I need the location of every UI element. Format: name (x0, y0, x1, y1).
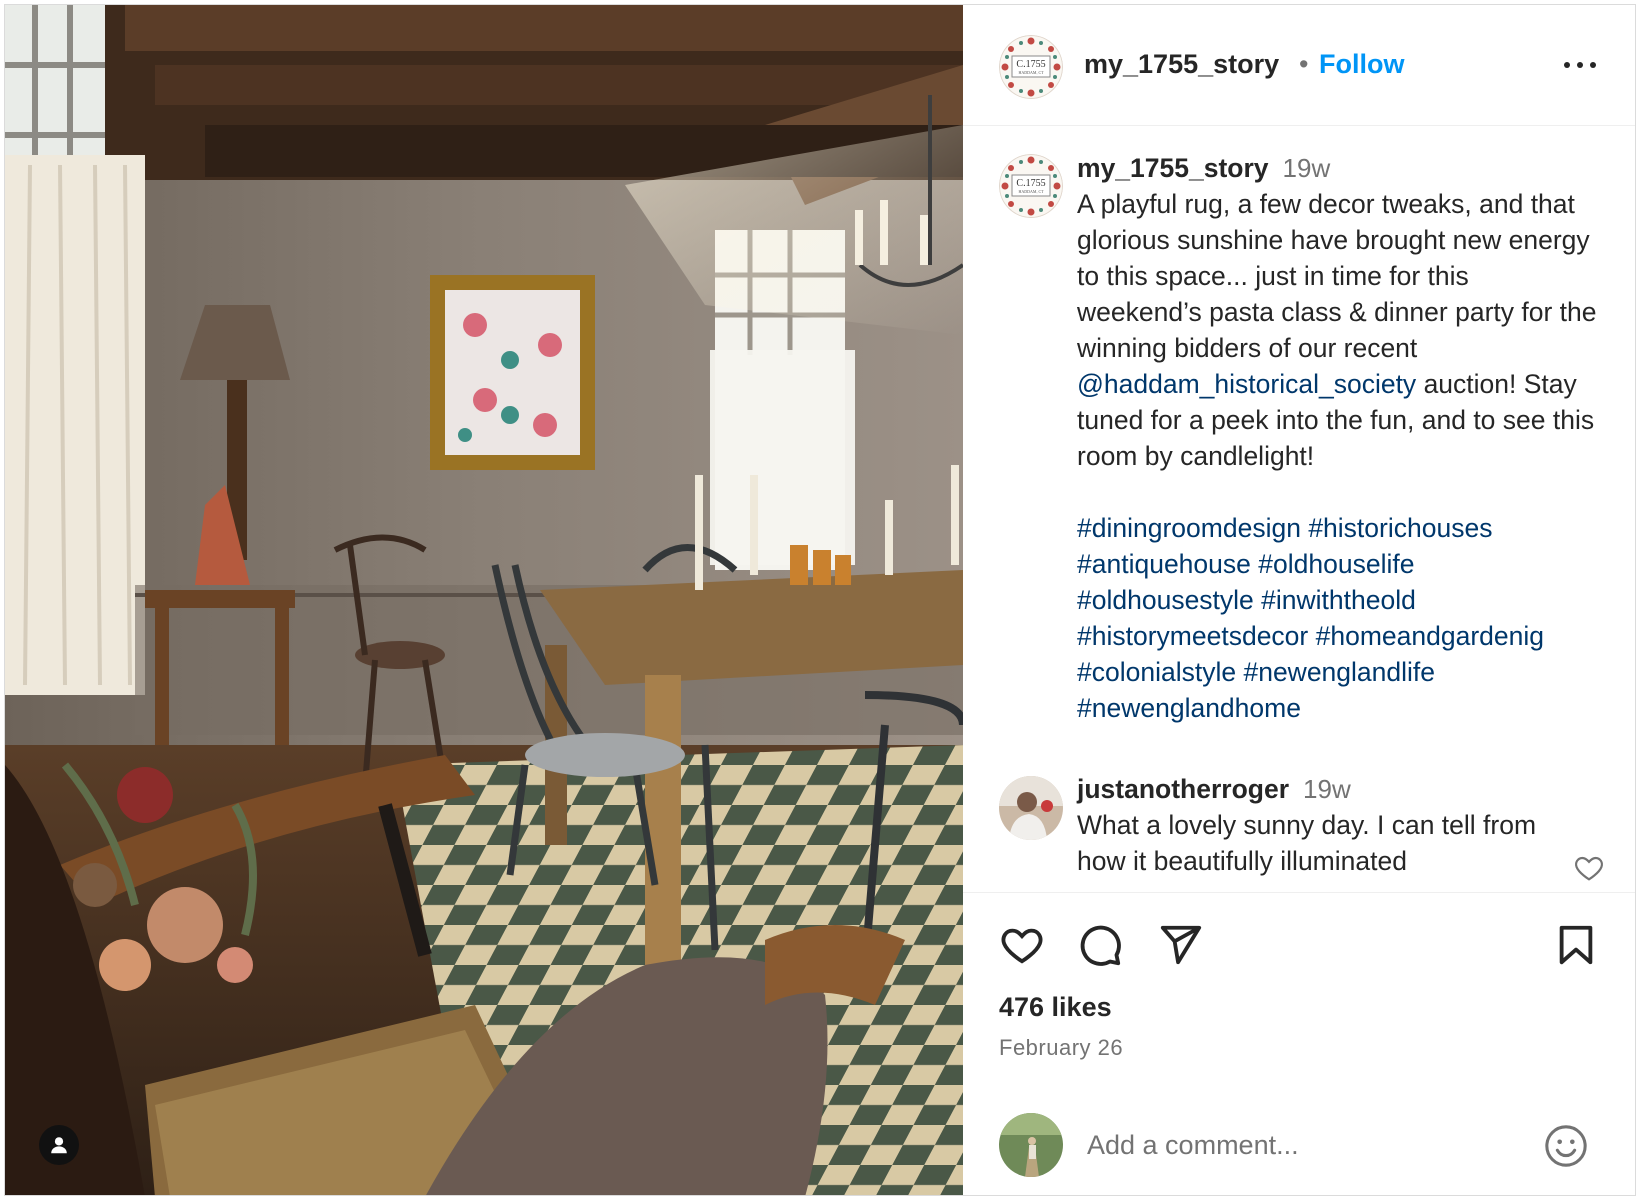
hashtag[interactable]: #diningroomdesign (1077, 513, 1301, 543)
comment-heart-icon[interactable] (1573, 852, 1605, 884)
commenter-avatar[interactable] (999, 776, 1063, 840)
hashtag[interactable]: #homeandgardenig (1316, 621, 1544, 651)
avatar-badge-line1: C.1755 (1016, 178, 1045, 189)
author-username[interactable]: my_1755_story (1084, 49, 1279, 80)
action-bar-divider (963, 892, 1635, 894)
author-avatar[interactable]: C.1755 HADDAM, CT (999, 35, 1063, 99)
comment-composer (963, 1093, 1635, 1195)
caption-avatar[interactable]: C.1755 HADDAM, CT (999, 154, 1063, 218)
hashtag[interactable]: #oldhousestyle (1077, 585, 1254, 615)
follow-button[interactable]: Follow (1319, 49, 1404, 80)
hashtag[interactable]: #newenglandhome (1077, 693, 1301, 723)
hashtag[interactable]: #historichouses (1308, 513, 1492, 543)
hashtag[interactable]: #inwiththeold (1261, 585, 1416, 615)
post-header: C.1755 HADDAM, CT my_1755_story • Follow (963, 5, 1635, 126)
heart-icon[interactable] (999, 922, 1045, 973)
post-photo[interactable] (5, 5, 963, 1195)
caption: my_1755_story 19w A playful rug, a few de… (1077, 150, 1597, 726)
current-user-avatar[interactable] (999, 1113, 1063, 1177)
avatar-badge-line1: C.1755 (1016, 59, 1045, 70)
comment: justanotherroger 19w What a lovely sunny … (1077, 771, 1537, 879)
comment-icon[interactable] (1077, 922, 1123, 973)
likes-count[interactable]: 476 likes (999, 992, 1112, 1023)
post-sidebar: C.1755 HADDAM, CT my_1755_story • Follow… (963, 5, 1635, 1195)
hashtag-list: #diningroomdesign #historichouses #antiq… (1077, 510, 1597, 726)
comment-text: What a lovely sunny day. I can tell from… (1077, 810, 1537, 876)
comment-username[interactable]: justanotherroger (1077, 774, 1289, 804)
hashtag[interactable]: #antiquehouse (1077, 549, 1251, 579)
caption-text-before: A playful rug, a few decor tweaks, and t… (1077, 189, 1597, 363)
emoji-icon[interactable] (1543, 1123, 1589, 1169)
caption-mention[interactable]: @haddam_historical_society (1077, 369, 1416, 399)
hashtag[interactable]: #newenglandlife (1243, 657, 1435, 687)
separator-dot: • (1299, 49, 1309, 79)
share-icon[interactable] (1157, 922, 1203, 973)
post-dialog: C.1755 HADDAM, CT my_1755_story • Follow… (4, 4, 1636, 1196)
hashtag[interactable]: #oldhouselife (1258, 549, 1414, 579)
tagged-user-icon[interactable] (39, 1125, 79, 1165)
post-date[interactable]: February 26 (999, 1035, 1123, 1061)
caption-username[interactable]: my_1755_story (1077, 153, 1269, 183)
hashtag[interactable]: #historymeetsdecor (1077, 621, 1308, 651)
comment-input[interactable] (1085, 1121, 1509, 1169)
caption-time[interactable]: 19w (1283, 153, 1331, 183)
hashtag[interactable]: #colonialstyle (1077, 657, 1236, 687)
comments-list[interactable]: C.1755 HADDAM, CT my_1755_story 19w A pla… (963, 126, 1635, 892)
comment-time[interactable]: 19w (1303, 774, 1351, 804)
bookmark-icon[interactable] (1553, 922, 1599, 973)
more-horizontal-icon[interactable] (1560, 49, 1600, 79)
dining-room-image (5, 5, 963, 1195)
